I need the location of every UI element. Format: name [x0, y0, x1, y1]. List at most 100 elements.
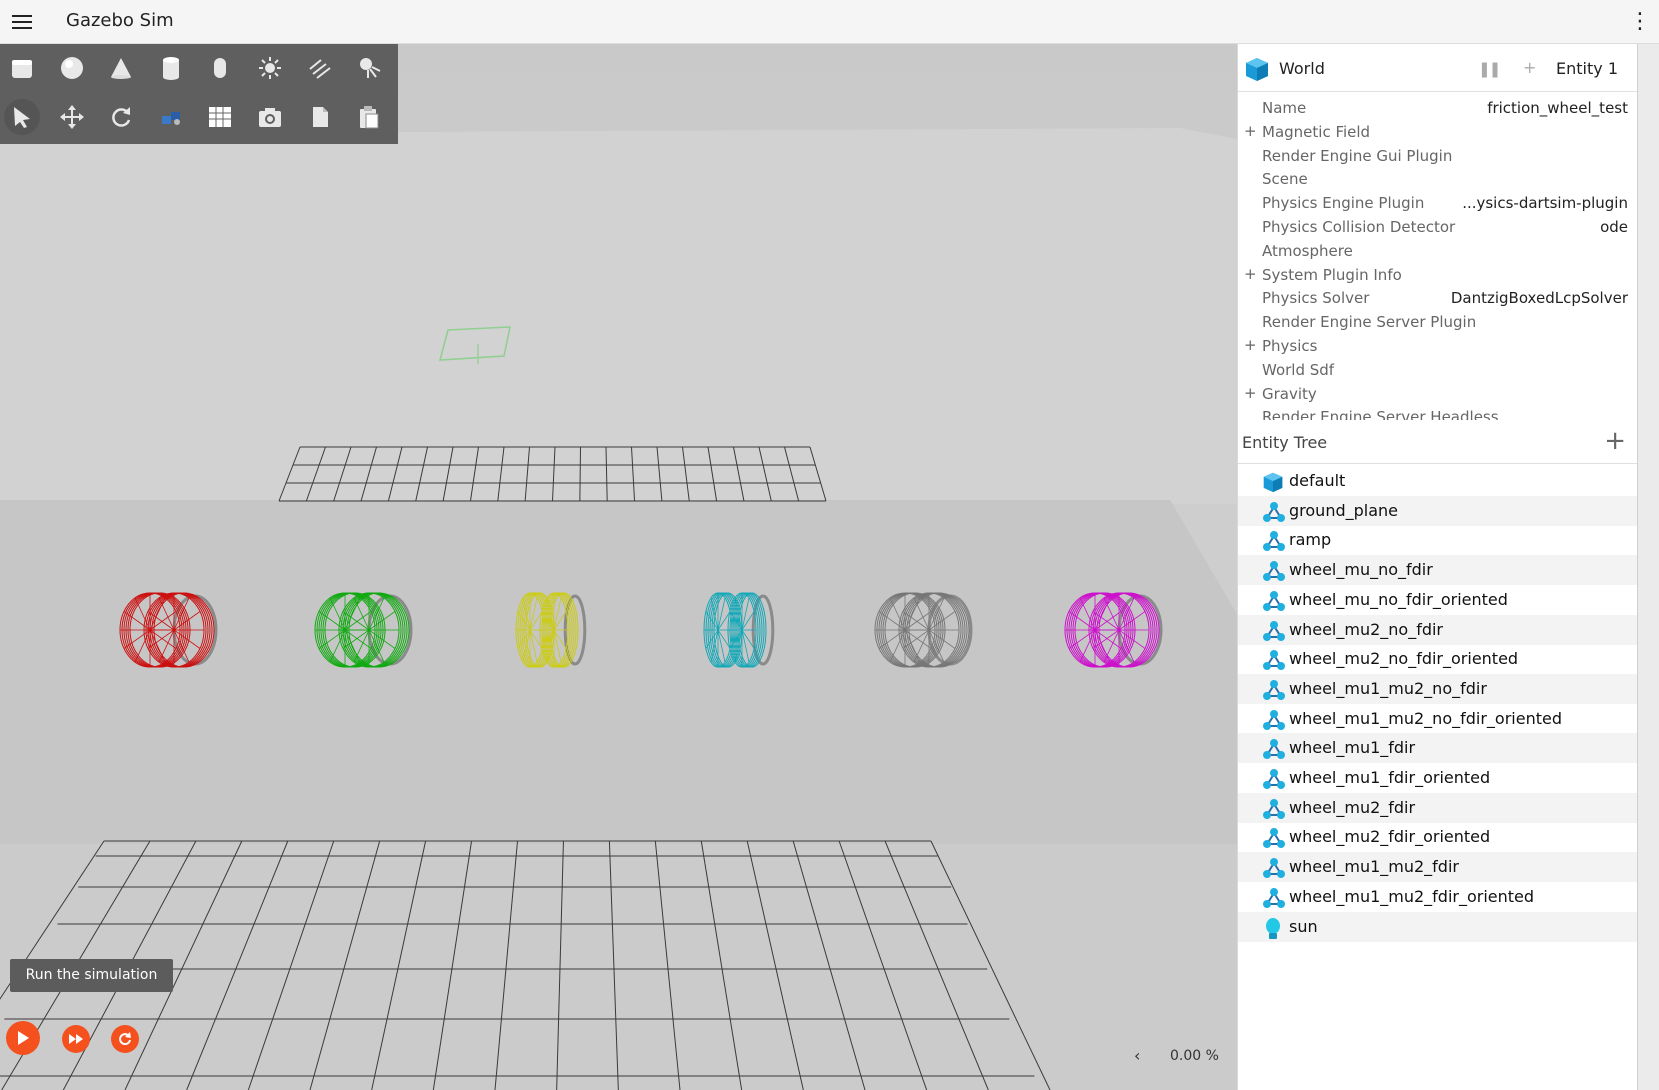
more-options-icon[interactable]: ⋮: [1629, 10, 1651, 34]
entity-tree-item[interactable]: wheel_mu2_no_fdir_oriented: [1238, 644, 1638, 674]
copy-icon[interactable]: [302, 99, 338, 135]
component-row: Scene: [1238, 167, 1638, 191]
model-icon: [1262, 798, 1286, 824]
component-name: Atmosphere: [1262, 241, 1353, 260]
entity-tree-item[interactable]: wheel_mu1_fdir: [1238, 733, 1638, 764]
component-row: World Sdf: [1238, 358, 1638, 382]
entity-tree-item[interactable]: ramp: [1238, 525, 1638, 555]
entity-tree-item[interactable]: wheel_mu1_mu2_fdir_oriented: [1238, 882, 1638, 912]
entity-tree-item[interactable]: wheel_mu2_fdir: [1238, 792, 1638, 824]
entity-tree-label: wheel_mu_no_fdir: [1289, 560, 1433, 580]
screenshot-icon[interactable]: [252, 99, 288, 135]
select-icon[interactable]: [4, 99, 40, 135]
entity-tree-label: wheel_mu1_mu2_fdir: [1289, 857, 1459, 877]
component-row: Name friction_wheel_test: [1238, 96, 1638, 120]
pause-icon[interactable]: ❚❚: [1478, 60, 1501, 78]
hamburger-menu-icon[interactable]: [10, 10, 34, 34]
component-name: Physics: [1262, 337, 1318, 355]
component-name: Gravity: [1262, 384, 1317, 403]
directional-light-icon[interactable]: [302, 50, 338, 86]
component-name: Scene: [1262, 170, 1308, 189]
component-value: friction_wheel_test: [1487, 99, 1628, 117]
entity-tree-label: ramp: [1289, 530, 1332, 550]
component-name: System Plugin Info: [1262, 265, 1402, 284]
rotate-icon[interactable]: [103, 99, 139, 135]
add-component-icon[interactable]: +: [1523, 58, 1536, 77]
wheel-model[interactable]: [515, 592, 587, 668]
component-list: Name friction_wheel_test + Magnetic Field Re…: [1238, 92, 1638, 463]
component-row[interactable]: + Gravity: [1238, 382, 1638, 406]
model-icon: [1262, 620, 1286, 646]
expand-icon[interactable]: +: [1244, 384, 1257, 402]
component-value: ode: [1600, 218, 1628, 236]
collapse-stats-icon[interactable]: ‹: [1134, 1046, 1140, 1065]
run-simulation-tooltip: Run the simulation: [10, 959, 173, 992]
entity-tree-label: wheel_mu1_fdir: [1289, 738, 1416, 758]
entity-tree-label: wheel_mu2_no_fdir: [1289, 619, 1444, 639]
component-row: Render Engine Server Plugin: [1238, 310, 1638, 334]
play-button[interactable]: [6, 1021, 40, 1055]
component-name: Physics Collision Detector: [1262, 218, 1456, 236]
component-row[interactable]: + Magnetic Field: [1238, 120, 1638, 144]
point-light-icon[interactable]: [252, 50, 288, 86]
entity-tree-label: wheel_mu1_fdir_oriented: [1289, 768, 1491, 787]
capsule-icon[interactable]: [202, 50, 238, 86]
app-title: Gazebo Sim: [66, 10, 174, 31]
spot-light-icon[interactable]: [351, 50, 387, 86]
model-icon: [1262, 827, 1286, 853]
entity-tree-item[interactable]: wheel_mu2_no_fdir: [1238, 614, 1638, 646]
paste-icon[interactable]: [351, 99, 387, 135]
box-icon[interactable]: [4, 50, 40, 86]
expand-icon[interactable]: +: [1244, 122, 1257, 140]
wheel-model[interactable]: [703, 592, 775, 668]
cone-icon[interactable]: [103, 50, 139, 86]
real-time-factor: 0.00 %: [1170, 1048, 1219, 1064]
entity-tree-label: wheel_mu1_mu2_no_fdir: [1289, 678, 1487, 698]
model-icon: [1262, 649, 1286, 675]
entity-tree-label: wheel_mu2_fdir: [1289, 797, 1416, 817]
entity-tree-title: Entity Tree: [1242, 433, 1328, 452]
entity-tree-label: wheel_mu2_no_fdir_oriented: [1289, 649, 1519, 669]
component-value: DantzigBoxedLcpSolver: [1450, 289, 1628, 308]
entity-tree-label: wheel_mu1_mu2_fdir_oriented: [1289, 886, 1535, 906]
translate-icon[interactable]: [54, 99, 90, 135]
component-row[interactable]: + Physics: [1238, 334, 1638, 358]
expand-icon[interactable]: +: [1244, 336, 1257, 354]
model-icon: [1262, 560, 1286, 586]
model-icon: [1262, 887, 1286, 913]
component-row: Render Engine Gui Plugin: [1238, 144, 1638, 168]
component-row[interactable]: + System Plugin Info: [1238, 263, 1638, 287]
component-name: Physics Engine Plugin: [1262, 194, 1425, 213]
panel-scrollbar[interactable]: [1637, 44, 1659, 1090]
model-icon: [1262, 738, 1286, 764]
entity-tree-item[interactable]: wheel_mu_no_fdir: [1238, 555, 1638, 586]
sphere-icon[interactable]: [54, 50, 90, 86]
entity-tree-item[interactable]: wheel_mu1_mu2_fdir: [1238, 852, 1638, 883]
entity-tree-label: wheel_mu_no_fdir_oriented: [1289, 589, 1508, 609]
entity-tree-item[interactable]: wheel_mu_no_fdir_oriented: [1238, 585, 1638, 615]
inspector-title: World: [1279, 59, 1325, 78]
world-icon: [1262, 471, 1284, 497]
entity-tree-item[interactable]: sun: [1238, 911, 1638, 942]
cylinder-icon[interactable]: [153, 50, 189, 86]
transform-control-icon[interactable]: [153, 99, 189, 135]
add-entity-icon[interactable]: +: [1604, 428, 1626, 454]
model-icon: [1262, 768, 1286, 794]
model-icon: [1262, 590, 1286, 616]
entity-tree-item[interactable]: wheel_mu1_mu2_no_fdir_oriented: [1238, 704, 1638, 734]
title-bar: Gazebo Sim ⋮: [0, 0, 1659, 44]
grid-config-icon[interactable]: [202, 99, 238, 135]
scene-3d-viewport[interactable]: [0, 44, 1237, 1090]
entity-tree-item[interactable]: wheel_mu1_mu2_no_fdir: [1238, 673, 1638, 704]
step-button[interactable]: [62, 1025, 90, 1053]
right-panel: World ❚❚ + Entity 1 Name friction_wheel_t…: [1237, 44, 1638, 1090]
entity-tree-item[interactable]: ground_plane: [1238, 495, 1638, 526]
expand-icon[interactable]: +: [1244, 265, 1257, 283]
entity-id: Entity 1: [1556, 59, 1618, 78]
reset-button[interactable]: [111, 1025, 139, 1053]
entity-tree-item[interactable]: default: [1238, 466, 1638, 496]
entity-tree-item[interactable]: wheel_mu1_fdir_oriented: [1238, 763, 1638, 793]
reset-icon: [119, 1032, 131, 1046]
component-name: Render Engine Gui Plugin: [1262, 146, 1453, 165]
entity-tree-item[interactable]: wheel_mu2_fdir_oriented: [1238, 822, 1638, 852]
